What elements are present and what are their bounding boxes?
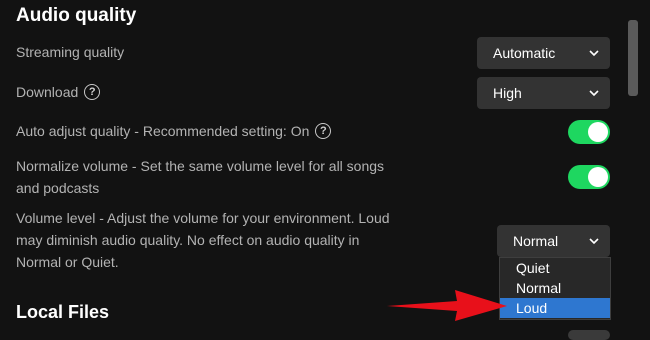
- auto-adjust-label-row: Auto adjust quality - Recommended settin…: [16, 120, 332, 142]
- help-icon[interactable]: ?: [84, 84, 101, 101]
- toggle-knob: [588, 167, 608, 187]
- volume-level-line2: may diminish audio quality. No effect on…: [16, 232, 360, 248]
- chevron-down-icon: [589, 50, 599, 57]
- section-heading-audio-quality: Audio quality: [16, 5, 137, 26]
- volume-level-dropdown-menu: Quiet Normal Loud: [499, 257, 611, 320]
- volume-level-select[interactable]: Normal: [497, 225, 610, 257]
- normalize-volume-line2: and podcasts: [16, 180, 100, 196]
- scrollbar-thumb[interactable]: [628, 20, 638, 96]
- normalize-volume-label: Normalize volume - Set the same volume l…: [16, 155, 384, 199]
- section-heading-local-files: Local Files: [16, 302, 110, 322]
- download-quality-value: High: [493, 85, 522, 101]
- download-quality-select[interactable]: High: [477, 77, 610, 109]
- volume-level-label: Volume level - Adjust the volume for you…: [16, 207, 390, 273]
- dropdown-option-quiet[interactable]: Quiet: [500, 258, 610, 278]
- streaming-quality-value: Automatic: [493, 45, 556, 61]
- help-icon[interactable]: ?: [315, 123, 332, 140]
- download-label: Download: [16, 84, 79, 100]
- download-label-row: Download?: [16, 81, 101, 103]
- volume-level-line3: Normal or Quiet.: [16, 254, 119, 270]
- annotation-arrow-icon: [387, 290, 507, 321]
- chevron-down-icon: [589, 90, 599, 97]
- dropdown-option-normal[interactable]: Normal: [500, 278, 610, 298]
- partial-control: [568, 330, 610, 340]
- dropdown-option-loud[interactable]: Loud: [500, 298, 610, 318]
- volume-level-line1: Volume level - Adjust the volume for you…: [16, 210, 390, 226]
- streaming-quality-select[interactable]: Automatic: [477, 37, 610, 69]
- streaming-quality-label: Streaming quality: [16, 44, 125, 60]
- normalize-volume-toggle[interactable]: [568, 165, 610, 189]
- auto-adjust-label: Auto adjust quality - Recommended settin…: [16, 123, 310, 139]
- auto-adjust-toggle[interactable]: [568, 120, 610, 144]
- toggle-knob: [588, 122, 608, 142]
- chevron-down-icon: [589, 238, 599, 245]
- normalize-volume-line1: Normalize volume - Set the same volume l…: [16, 158, 385, 174]
- volume-level-value: Normal: [513, 233, 559, 249]
